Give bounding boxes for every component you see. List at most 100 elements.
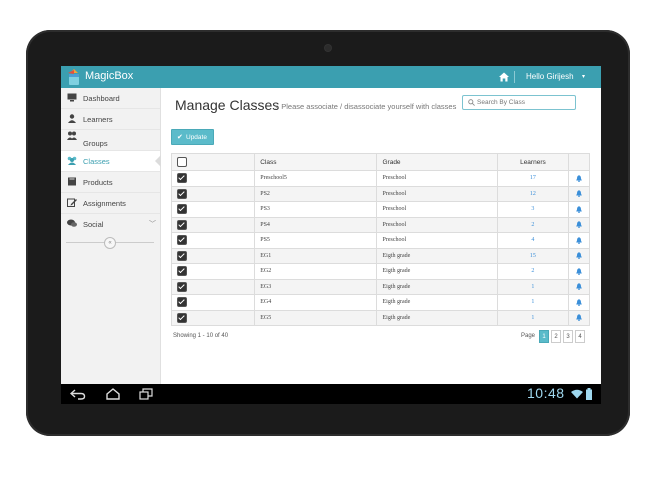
class-cell: EG5: [254, 309, 378, 326]
class-cell: Preschool5: [254, 170, 378, 187]
search-input[interactable]: [477, 97, 571, 108]
page-button-1[interactable]: 1: [539, 330, 549, 343]
select-all-header: [170, 153, 256, 171]
notification-bell-icon[interactable]: [576, 268, 582, 275]
sidebar-item-social[interactable]: Social ﹀: [61, 214, 160, 234]
notification-bell-icon[interactable]: [576, 314, 582, 322]
home-nav-icon[interactable]: [105, 388, 121, 400]
row-checkbox[interactable]: [177, 312, 187, 323]
row-checkbox[interactable]: [177, 204, 187, 215]
action-cell: [568, 185, 590, 202]
row-checkbox[interactable]: [177, 281, 187, 292]
learners-count-link[interactable]: 1: [496, 309, 570, 326]
column-header-learners[interactable]: Learners: [496, 153, 570, 171]
page-button-4[interactable]: 4: [575, 330, 585, 343]
update-button[interactable]: ✔ Update: [171, 129, 214, 145]
grade-cell: Eigth grade: [376, 278, 498, 295]
grade-cell: Eigth grade: [376, 294, 498, 311]
sidebar-item-dashboard[interactable]: Dashboard: [61, 88, 160, 109]
table-row: PS3 Preschool 3: [170, 201, 590, 218]
learners-count-link[interactable]: 2: [496, 216, 570, 233]
page-title: Manage Classes: [175, 97, 280, 113]
row-checkbox-cell: [170, 294, 256, 311]
row-checkbox[interactable]: [177, 219, 187, 230]
row-checkbox[interactable]: [177, 297, 187, 308]
grade-cell: Eigth grade: [376, 263, 498, 280]
notification-bell-icon[interactable]: [576, 237, 582, 244]
class-cell: PS5: [254, 232, 378, 249]
notification-bell-icon[interactable]: [576, 175, 582, 182]
camera-icon: [325, 45, 331, 51]
class-cell: EG2: [254, 263, 378, 280]
search-box[interactable]: [462, 95, 576, 110]
sidebar-item-assignments[interactable]: Assignments: [61, 193, 160, 214]
class-cell: EG3: [254, 278, 378, 295]
action-cell: [568, 247, 590, 264]
row-checkbox[interactable]: [177, 188, 187, 199]
learners-count-link[interactable]: 12: [496, 185, 570, 202]
back-icon[interactable]: [70, 388, 86, 400]
grade-cell: Eigth grade: [376, 309, 498, 326]
row-checkbox[interactable]: [177, 250, 187, 261]
learners-count-link[interactable]: 4: [496, 232, 570, 249]
notification-bell-icon[interactable]: [576, 252, 582, 260]
learners-count-link[interactable]: 3: [496, 201, 570, 218]
class-cell: EG1: [254, 247, 378, 264]
row-checkbox-cell: [170, 309, 256, 326]
action-cell: [568, 263, 590, 280]
row-checkbox[interactable]: [177, 235, 187, 246]
notification-bell-icon[interactable]: [576, 299, 582, 306]
notification-bell-icon[interactable]: [576, 206, 582, 213]
recent-apps-icon[interactable]: [139, 388, 153, 400]
row-checkbox-cell: [170, 185, 256, 202]
page-label: Page: [521, 333, 536, 339]
grade-cell: Preschool: [376, 185, 498, 202]
action-cell: [568, 232, 590, 249]
learners-count-link[interactable]: 2: [496, 263, 570, 280]
grade-cell: Preschool: [376, 170, 498, 187]
user-greeting[interactable]: Hello Girijesh: [526, 72, 574, 81]
learners-count-link[interactable]: 1: [496, 294, 570, 311]
grade-cell: Preschool: [376, 201, 498, 218]
class-cell: EG4: [254, 294, 378, 311]
notification-bell-icon[interactable]: [576, 190, 582, 198]
learners-count-link[interactable]: 1: [496, 278, 570, 295]
status-clock: 10:48: [527, 385, 565, 401]
sidebar-item-label: Assignments: [83, 199, 126, 208]
page-button-2[interactable]: 2: [551, 330, 561, 343]
row-checkbox-cell: [170, 263, 256, 280]
column-header-grade[interactable]: Grade: [376, 153, 498, 171]
brand-name: MagicBox: [85, 70, 134, 82]
column-header-class[interactable]: Class: [254, 153, 378, 171]
sidebar-item-label: Groups: [83, 139, 108, 148]
action-cell: [568, 278, 590, 295]
android-nav-bar: 10:48: [61, 384, 601, 404]
column-header-actions: [568, 153, 590, 171]
row-checkbox[interactable]: [177, 173, 187, 184]
row-checkbox[interactable]: [177, 266, 187, 277]
learners-count-link[interactable]: 17: [496, 170, 570, 187]
sidebar-item-products[interactable]: Products: [61, 172, 160, 193]
collapse-sidebar-icon[interactable]: «: [104, 237, 116, 249]
sidebar-item-label: Social: [83, 220, 104, 229]
user-menu-caret-icon[interactable]: ▾: [582, 73, 585, 80]
table-row: EG4 Eigth grade 1: [170, 294, 590, 311]
book-icon: [68, 177, 76, 186]
active-indicator: [155, 155, 161, 167]
notification-bell-icon[interactable]: [576, 283, 582, 291]
sidebar-item-learners[interactable]: Learners: [61, 109, 160, 130]
select-all-checkbox[interactable]: [177, 157, 187, 167]
notification-bell-icon[interactable]: [576, 221, 582, 229]
sidebar-item-classes[interactable]: Classes: [61, 151, 161, 172]
top-bar: MagicBox Hello Girijesh ▾: [61, 66, 601, 88]
check-icon: ✔: [177, 134, 183, 141]
home-icon[interactable]: [497, 70, 511, 84]
row-checkbox-cell: [170, 278, 256, 295]
chevron-down-icon[interactable]: ﹀: [149, 219, 156, 229]
page-button-3[interactable]: 3: [563, 330, 573, 343]
search-icon: [468, 99, 475, 106]
sidebar: Dashboard Learners Groups Classes Produc…: [61, 88, 161, 384]
sidebar-item-label: Classes: [83, 157, 110, 166]
learners-count-link[interactable]: 15: [496, 247, 570, 264]
sidebar-item-groups[interactable]: Groups: [61, 130, 160, 151]
